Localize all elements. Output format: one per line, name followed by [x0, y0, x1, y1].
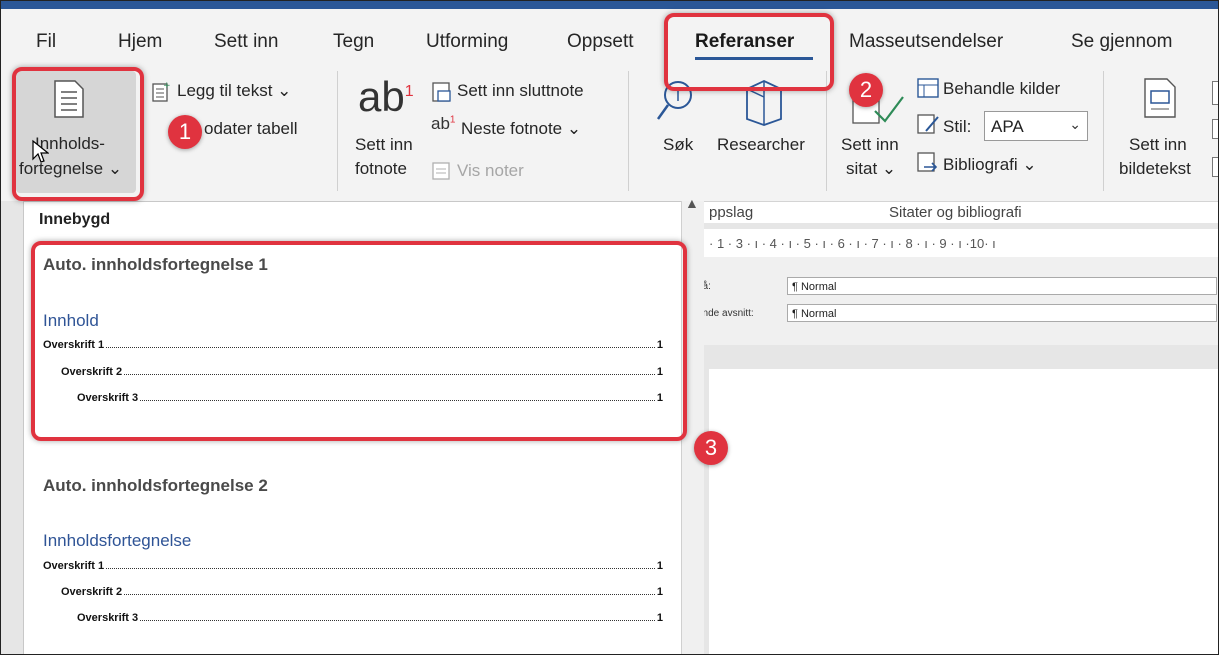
- insert-caption-label-2[interactable]: bildetekst: [1119, 159, 1191, 179]
- ribbon-separator: [337, 71, 338, 191]
- style-dialog-fragment: [681, 257, 1218, 345]
- cropped-ribbon-icon: [1212, 81, 1218, 105]
- show-notes-icon: [432, 162, 450, 180]
- ribbon-separator: [1103, 71, 1104, 191]
- toc-entry: Overskrift 31: [77, 612, 663, 624]
- tab-draw[interactable]: Tegn: [333, 31, 374, 53]
- add-text-button[interactable]: Legg til tekst ⌄: [177, 81, 291, 101]
- svg-text:+: +: [163, 81, 171, 91]
- citation-style-select[interactable]: APA ⌄: [984, 111, 1088, 141]
- title-bar-strip: [1, 1, 1218, 9]
- insert-endnote-button[interactable]: Sett inn sluttnote: [457, 81, 584, 101]
- add-text-icon: +: [152, 81, 171, 102]
- update-table-button[interactable]: odater tabell: [204, 119, 298, 139]
- style-label: Stil:: [943, 117, 972, 136]
- tab-review[interactable]: Se gjennom: [1071, 31, 1172, 53]
- tab-insert[interactable]: Sett inn: [214, 31, 278, 53]
- insert-caption-label-1[interactable]: Sett inn: [1129, 135, 1187, 155]
- step-badge-3: 3: [694, 431, 728, 465]
- word-window: Fil Hjem Sett inn Tegn Utforming Oppsett…: [0, 0, 1219, 655]
- manage-sources-icon: [917, 78, 939, 98]
- step-badge-1: 1: [168, 115, 202, 149]
- search-button[interactable]: Søk: [663, 135, 693, 155]
- insert-caption-icon: [1144, 78, 1176, 118]
- gallery-section-header: Innebygd: [39, 211, 111, 228]
- footnote-ab-icon: ab1: [358, 73, 414, 120]
- show-notes-button[interactable]: Vis noter: [457, 161, 524, 181]
- style-following-label: ende avsnitt:: [697, 308, 754, 319]
- cropped-ribbon-icon: [1212, 119, 1218, 139]
- bibliography-icon: [917, 152, 938, 172]
- style-based-on-field[interactable]: ¶ Normal: [787, 277, 1217, 295]
- toc-entry: Overskrift 11: [43, 560, 663, 572]
- cropped-ribbon-icon: [1212, 157, 1218, 177]
- document-page[interactable]: [709, 369, 1218, 654]
- callout-toc-option-1: [31, 241, 687, 441]
- style-icon: [917, 114, 939, 134]
- insert-footnote-label-1[interactable]: Sett inn: [355, 135, 413, 155]
- toc-option-2-heading: Innholdsfortegnelse: [43, 531, 192, 550]
- left-margin-strip: [1, 201, 23, 654]
- horizontal-ruler[interactable]: · 1 · 3 · ı · 4 · ı · 5 · ı · 6 · ı · 7 …: [681, 229, 1218, 257]
- toc-entry: Overskrift 21: [61, 586, 663, 598]
- insert-citation-label-2[interactable]: sitat ⌄: [846, 159, 896, 179]
- tab-mailings[interactable]: Masseutsendelser: [849, 31, 1003, 53]
- ribbon-tabs: Fil Hjem Sett inn Tegn Utforming Oppsett…: [1, 9, 1218, 61]
- citation-style-value: APA: [991, 117, 1024, 136]
- toc-option-2-title: Auto. innholdsfortegnelse 2: [43, 476, 268, 495]
- insert-footnote-label-2[interactable]: fotnote: [355, 159, 407, 179]
- manage-sources-button[interactable]: Behandle kilder: [943, 79, 1060, 99]
- bibliography-button[interactable]: Bibliografi ⌄: [943, 155, 1037, 175]
- tab-design[interactable]: Utforming: [426, 31, 508, 53]
- ruler-ticks: · 1 · 3 · ı · 4 · ı · 5 · ı · 6 · ı · 7 …: [709, 236, 996, 251]
- citations-group-label: Sitater og bibliografi: [889, 204, 1022, 221]
- next-footnote-icon: ab1: [431, 114, 456, 133]
- endnote-icon: [432, 82, 451, 102]
- tab-file[interactable]: Fil: [36, 31, 56, 53]
- callout-toc-button: [12, 67, 144, 201]
- tab-layout[interactable]: Oppsett: [567, 31, 634, 53]
- chevron-down-icon: ⌄: [1069, 116, 1081, 132]
- lookup-group-label: ppslag: [709, 204, 754, 221]
- researcher-button[interactable]: Researcher: [717, 135, 805, 155]
- ribbon-separator: [628, 71, 629, 191]
- tab-home[interactable]: Hjem: [118, 31, 162, 53]
- next-footnote-button[interactable]: Neste fotnote ⌄: [461, 119, 581, 139]
- callout-references-tab: [664, 13, 834, 91]
- style-following-field[interactable]: ¶ Normal: [787, 304, 1217, 322]
- scroll-up-arrow-icon[interactable]: ▲: [685, 195, 699, 211]
- step-badge-2: 2: [849, 73, 883, 107]
- insert-citation-label-1[interactable]: Sett inn: [841, 135, 899, 155]
